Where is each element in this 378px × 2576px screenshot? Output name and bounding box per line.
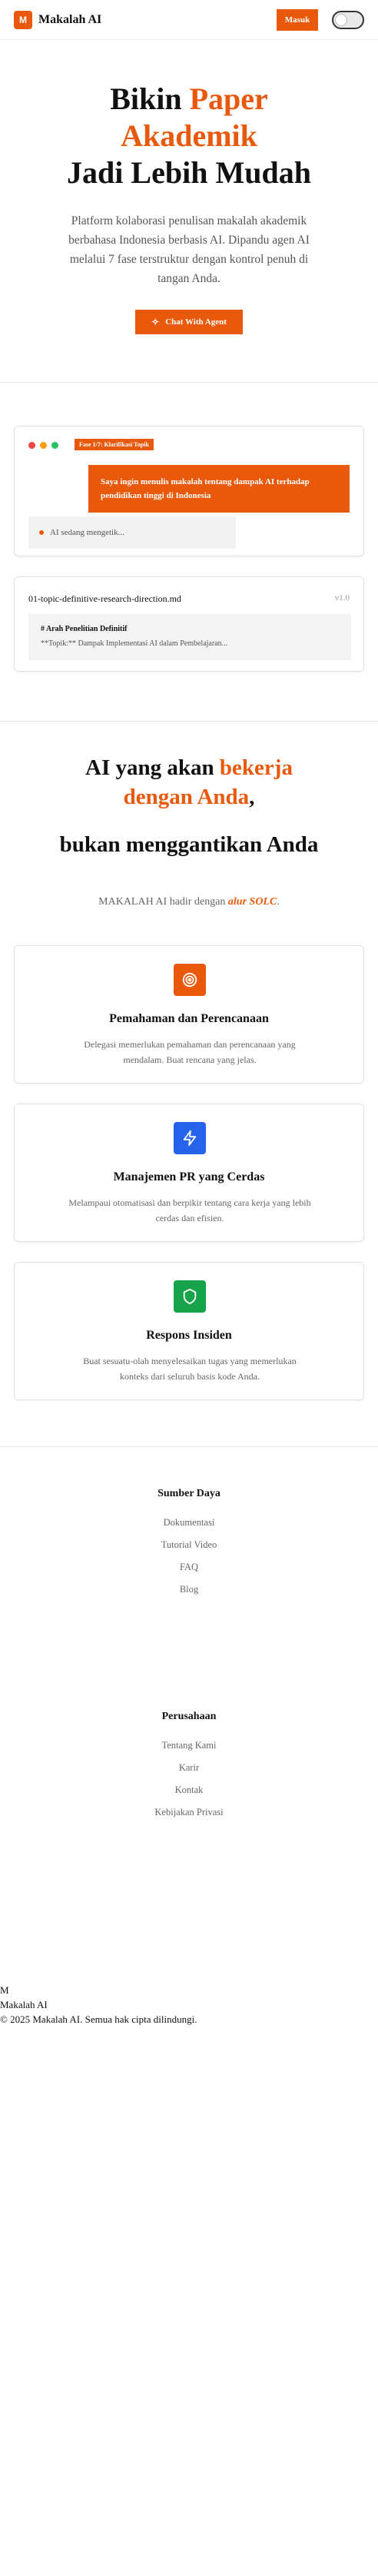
cta-label: Chat With Agent [165,317,227,327]
typing-text: AI sedang mengetik... [50,528,124,537]
feature-card: Manajemen PR yang Cerdas Melampaui otoma… [14,1104,364,1242]
feature-card: Pemahaman dan Perencanaan Delegasi memer… [14,945,364,1084]
minimize-dot-icon [40,442,47,449]
section-subtitle: MAKALAH AI hadir dengan alur SOLC. [0,896,378,908]
demo-chat-card: Fase 1/7: Klarifikasi Topik Saya ingin m… [14,426,364,556]
footer-link-faq[interactable]: FAQ [0,1562,378,1573]
window-controls [28,442,58,449]
demo-file-card: 01-topic-definitive-research-direction.m… [14,576,364,672]
logo-icon: M [14,10,32,29]
hero-title-plain: Bikin [110,81,190,116]
footer-link-privacy[interactable]: Kebijakan Privasi [0,1807,378,1818]
phase-badge: Fase 1/7: Klarifikasi Topik [75,439,154,450]
divider [0,721,378,722]
site-header: M Makalah AI Masuk [0,0,378,40]
hero-section: Bikin Paper Akademik Jadi Lebih Mudah Pl… [0,81,378,334]
feature-title: Respons Insiden [146,1329,232,1342]
divider [0,1446,378,1447]
footer-link-about[interactable]: Tentang Kami [0,1740,378,1751]
theme-toggle[interactable] [332,10,364,29]
feature-description: Delegasi memerlukan pemahaman dan perenc… [84,1039,296,1065]
chat-with-agent-button[interactable]: ✧ Chat With Agent [135,310,243,334]
sparkle-icon: ✧ [151,316,160,327]
footer-link-blog[interactable]: Blog [0,1584,378,1595]
feature-title: Manajemen PR yang Cerdas [113,1170,265,1183]
brand-name: Makalah AI [38,12,102,26]
maximize-dot-icon [51,442,58,449]
user-message-bubble: Saya ingin menulis makalah tentang dampa… [88,465,350,513]
values-section: AI yang akan bekerja dengan Anda, bukan … [0,753,378,908]
shield-icon [174,1280,206,1313]
footer-company: Perusahaan Tentang Kami Karir Kontak Keb… [0,1711,378,1818]
file-preview-heading: # Arah Penelitian Definitif [41,625,128,633]
feature-description: Buat sesuatu-olah menyelesaikan tugas ya… [83,1356,297,1382]
brand[interactable]: M Makalah AI [14,10,102,29]
footer-heading: Sumber Daya [158,1488,220,1499]
header-actions: Masuk [277,8,364,31]
divider [0,382,378,383]
section-title-plain: AI yang akan [85,755,220,780]
subtitle-end: . [277,896,280,908]
feature-title: Pemahaman dan Perencanaan [109,1012,269,1025]
hero-title-accent: Paper [189,81,268,116]
typing-dot-icon [39,530,44,535]
hero-title-line3: Jadi Lebih Mudah [67,155,311,190]
lightning-icon [174,1122,206,1154]
typing-indicator: AI sedang mengetik... [28,516,236,549]
footer-brand: Makalah AI [0,1999,48,2010]
footer-heading: Perusahaan [161,1711,217,1722]
subtitle-accent: alur SOLC [227,896,277,908]
footer-bottom: M Makalah AI © 2025 Makalah AI. Semua ha… [0,1983,197,2027]
copyright: © 2025 Makalah AI. Semua hak cipta dilin… [0,2013,197,2025]
file-preview: # Arah Penelitian Definitif **Topik:** D… [28,614,351,660]
login-button[interactable]: Masuk [277,8,318,31]
close-dot-icon [28,442,35,449]
toggle-knob [335,13,347,26]
footer-link-careers[interactable]: Karir [0,1762,378,1774]
footer-link-tutorial[interactable]: Tutorial Video [0,1539,378,1551]
footer-link-docs[interactable]: Dokumentasi [0,1517,378,1529]
file-version: v1.0 [334,593,350,603]
subtitle-plain: MAKALAH AI hadir dengan [98,896,228,908]
feature-card: Respons Insiden Buat sesuatu-olah menyel… [14,1262,364,1400]
file-preview-line: **Topik:** Dampak Implementasi AI dalam … [41,639,228,648]
hero-title-accent-2: Akademik [121,118,257,153]
footer-resources: Sumber Daya Dokumentasi Tutorial Video F… [0,1488,378,1595]
section-title-accent-2: dengan Anda [123,785,250,809]
section-title-line2: bukan menggantikan Anda [59,832,319,857]
file-name: 01-topic-definitive-research-direction.m… [28,593,181,604]
hero-title: Bikin Paper Akademik Jadi Lebih Mudah [0,81,378,191]
section-title-comma: , [249,785,255,809]
section-title: AI yang akan bekerja dengan Anda, [0,753,378,812]
hero-description: Platform kolaborasi penulisan makalah ak… [68,214,310,285]
feature-description: Melampaui otomatisasi dan berpikir tenta… [68,1197,311,1223]
footer-logo-letter: M [0,1984,9,1996]
target-icon [174,964,206,996]
section-title-accent: bekerja [219,755,293,780]
footer-link-contact[interactable]: Kontak [0,1784,378,1796]
